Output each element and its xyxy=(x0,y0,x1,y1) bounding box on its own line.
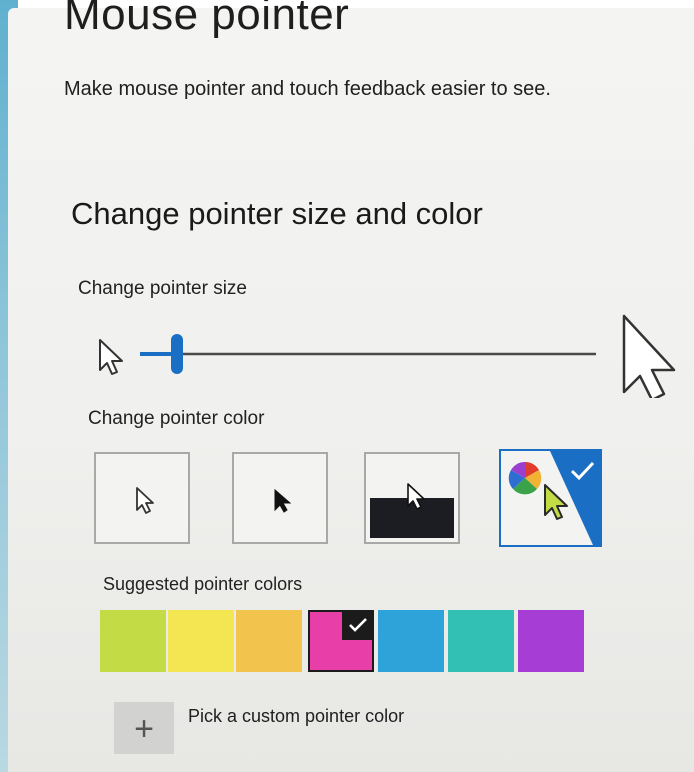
color-swatch-2[interactable] xyxy=(168,610,234,672)
pointer-color-custom[interactable] xyxy=(499,449,602,547)
settings-page: Mouse pointer Make mouse pointer and tou… xyxy=(8,0,694,772)
section-heading: Change pointer size and color xyxy=(71,196,483,231)
small-pointer-icon xyxy=(99,339,123,375)
pointer-color-white[interactable] xyxy=(94,452,190,544)
color-swatch-6[interactable] xyxy=(448,610,514,672)
custom-color-link[interactable]: Pick a custom pointer color xyxy=(188,706,404,727)
color-swatch-1[interactable] xyxy=(100,610,166,672)
pointer-color-inverted[interactable] xyxy=(364,452,460,544)
page-description: Make mouse pointer and touch feedback ea… xyxy=(64,78,551,100)
add-custom-color-button[interactable]: + xyxy=(114,702,174,754)
color-wheel-icon xyxy=(508,461,542,495)
black-pointer-icon xyxy=(274,488,292,513)
pointer-color-black[interactable] xyxy=(232,452,328,544)
suggested-colors-label: Suggested pointer colors xyxy=(103,574,303,594)
color-swatch-3[interactable] xyxy=(236,610,302,672)
page-title: Mouse pointer xyxy=(64,0,350,39)
pointer-size-slider[interactable] xyxy=(94,308,679,402)
large-pointer-icon xyxy=(622,314,676,402)
pointer-size-label: Change pointer size xyxy=(78,278,247,299)
color-swatch-7[interactable] xyxy=(518,610,584,672)
custom-pointer-icon xyxy=(544,484,568,520)
white-pointer-icon xyxy=(136,487,154,514)
slider-thumb[interactable] xyxy=(171,334,183,374)
color-swatch-5[interactable] xyxy=(378,610,444,672)
pointer-color-label: Change pointer color xyxy=(88,408,265,429)
color-swatch-4[interactable] xyxy=(308,610,374,672)
